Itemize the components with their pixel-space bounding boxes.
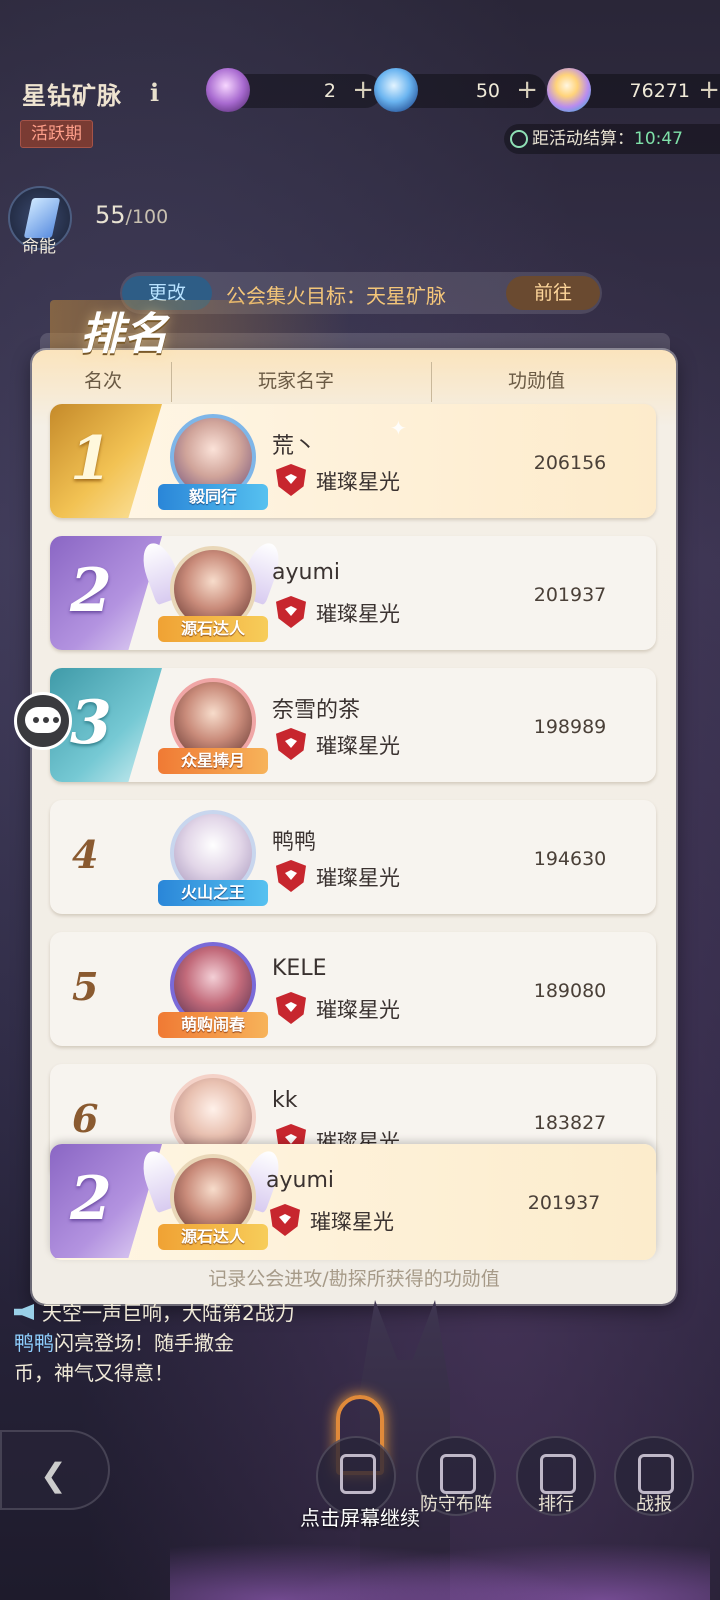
energy-max: /100 — [125, 206, 169, 228]
ranking-panel: 名次 玩家名字 功勋值 1 毅同行 荒丶 璀璨星光 206156 ✦ 2 源石达… — [32, 350, 676, 1304]
rank-number: 3 — [70, 688, 112, 758]
column-divider — [171, 362, 172, 402]
add-resource-button[interactable]: + — [698, 75, 720, 105]
column-player: 玩家名字 — [258, 370, 335, 392]
ranking-footnote: 记录公会进攻/勘探所获得的功勋值 — [208, 1268, 500, 1290]
clock-icon — [510, 130, 528, 148]
energy-current: 55 — [95, 201, 126, 229]
rank-number: 6 — [72, 1096, 99, 1141]
broadcast-message: 天空一声巨响，大陆第2战力 鸭鸭闪亮登场！随手撒金 币，神气又得意！ — [14, 1298, 344, 1388]
add-resource-button[interactable]: + — [516, 75, 538, 105]
guild-emblem-icon — [270, 1204, 300, 1236]
guild-name: 璀璨星光 — [316, 734, 400, 758]
column-divider — [431, 362, 432, 402]
ranking-row[interactable]: 4 火山之王 鸭鸭 璀璨星光 194630 — [50, 800, 656, 914]
energy-value: 55/100 — [95, 201, 168, 229]
rank-number: 4 — [72, 832, 99, 877]
broadcast-line3: 币，神气又得意！ — [14, 1361, 174, 1385]
ranking-title: 排名 — [80, 309, 168, 360]
rank-number: 2 — [70, 556, 112, 626]
chat-button[interactable] — [14, 692, 72, 750]
tap-to-continue[interactable]: 点击屏幕继续 — [0, 1502, 720, 1531]
resource-blue-gem: 50 + — [374, 68, 546, 112]
status-badge: 活跃期 — [20, 120, 93, 148]
avatar-frame-tag: 萌购闹春 — [158, 1012, 268, 1038]
trophy-icon — [540, 1454, 576, 1494]
guild-name: 璀璨星光 — [310, 1210, 394, 1234]
merit-score: 201937 — [527, 1192, 601, 1214]
countdown-timer: 距活动结算：10:47 — [504, 124, 720, 154]
energy-label: 命能 — [22, 237, 56, 257]
add-resource-button[interactable]: + — [352, 75, 374, 105]
rainbow-crystal-icon — [547, 68, 591, 112]
rank-number: 5 — [72, 964, 99, 1009]
player-name: 鸭鸭 — [272, 830, 317, 855]
column-rank: 名次 — [84, 370, 123, 392]
ranking-row[interactable]: 3 众星捧月 奈雪的茶 璀璨星光 198989 — [50, 668, 656, 782]
resource-rainbow-crystal: 76271 + — [547, 68, 720, 112]
chat-dot — [43, 717, 49, 723]
merit-score: 201937 — [533, 584, 607, 606]
back-button[interactable]: ❮ — [0, 1430, 110, 1510]
guild-emblem-icon — [276, 464, 306, 496]
info-icon[interactable]: i — [150, 78, 159, 107]
broadcast-player: 鸭鸭 — [14, 1331, 54, 1355]
avatar-frame-tag: 源石达人 — [158, 616, 268, 642]
resource-value: 2 — [323, 80, 336, 102]
merit-score: 189080 — [533, 980, 607, 1002]
player-name: 奈雪的茶 — [272, 698, 361, 723]
guild-name: 璀璨星光 — [316, 998, 400, 1022]
my-ranking-row[interactable]: 2 源石达人 ayumi 璀璨星光 201937 — [50, 1144, 656, 1260]
guild-name: 璀璨星光 — [316, 602, 400, 626]
blue-gem-icon — [374, 68, 418, 112]
top-bar: 星钻矿脉 i 2 + 50 + 76271 + — [0, 68, 720, 114]
ranking-row[interactable]: 1 毅同行 荒丶 璀璨星光 206156 ✦ — [50, 404, 656, 518]
guild-emblem-icon — [276, 992, 306, 1024]
ranking-row[interactable]: 5 萌购闹春 KELE 璀璨星光 189080 — [50, 932, 656, 1046]
resource-purple-gem: 2 + — [206, 68, 382, 112]
speaker-icon — [14, 1304, 34, 1320]
rank-number: 1 — [70, 424, 112, 494]
column-score: 功勋值 — [508, 370, 566, 392]
guild-emblem-icon — [276, 596, 306, 628]
resource-value: 50 — [475, 80, 500, 102]
player-name: ayumi — [266, 1168, 334, 1193]
guild-emblem-icon — [276, 860, 306, 892]
chat-dot — [53, 717, 59, 723]
battle-report-icon — [638, 1454, 674, 1494]
player-name: kk — [272, 1088, 298, 1113]
broadcast-line1: 天空一声巨响，大陆第2战力 — [42, 1301, 295, 1325]
avatar-frame-tag: 毅同行 — [158, 484, 268, 510]
page-title: 星钻矿脉 — [22, 82, 122, 110]
countdown-label: 距活动结算： — [532, 129, 634, 149]
countdown-time: 10:47 — [634, 129, 683, 149]
guild-name: 璀璨星光 — [316, 866, 400, 890]
sparkle-icon: ✦ — [390, 416, 407, 440]
rank-number: 2 — [70, 1164, 112, 1234]
sword-icon — [340, 1454, 376, 1494]
goto-button[interactable]: 前往 — [506, 276, 600, 310]
player-name: KELE — [272, 956, 327, 981]
purple-gem-icon — [206, 68, 250, 112]
resource-value: 76271 — [629, 80, 690, 102]
ranking-row[interactable]: 2 源石达人 ayumi 璀璨星光 201937 — [50, 536, 656, 650]
shield-icon — [440, 1454, 476, 1494]
merit-score: 206156 — [533, 452, 607, 474]
player-name: 荒丶 — [272, 434, 317, 459]
back-arrow-icon: ❮ — [40, 1456, 67, 1494]
avatar-frame-tag: 源石达人 — [158, 1224, 268, 1250]
guild-emblem-icon — [276, 728, 306, 760]
broadcast-line2: 闪亮登场！随手撒金 — [54, 1331, 234, 1355]
crystal-decoration — [170, 1520, 710, 1600]
avatar-frame-tag: 火山之王 — [158, 880, 268, 906]
avatar-frame-tag: 众星捧月 — [158, 748, 268, 774]
player-name: ayumi — [272, 560, 340, 585]
chat-dot — [33, 717, 39, 723]
merit-score: 183827 — [533, 1112, 607, 1134]
merit-score: 198989 — [533, 716, 607, 738]
guild-name: 璀璨星光 — [316, 470, 400, 494]
merit-score: 194630 — [533, 848, 607, 870]
